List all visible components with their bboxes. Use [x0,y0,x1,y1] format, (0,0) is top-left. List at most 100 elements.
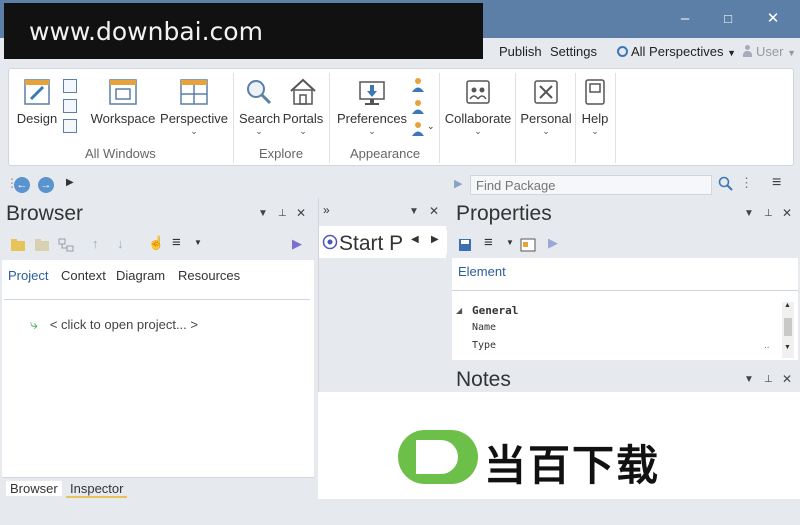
chevron-down-icon[interactable]: ⌄ [427,121,435,132]
back-button[interactable]: ← [14,177,30,193]
menu-settings[interactable]: Settings [550,44,597,59]
property-name: Name [472,322,497,333]
chevron-down-icon: ⌄ [474,126,482,136]
play-icon[interactable]: ▶ [292,236,302,252]
person-icon[interactable] [411,121,425,137]
chevron-down-icon[interactable]: ▼ [194,238,202,247]
expand-icon[interactable]: » [323,203,330,217]
ribbon-separator [233,73,234,163]
save-icon[interactable] [458,238,472,252]
perspective-button[interactable]: Perspective ⌄ [159,77,229,136]
user-icon [742,45,753,57]
preferences-button[interactable]: Preferences ⌄ [335,77,409,136]
breadcrumb-arrow-icon[interactable]: ▶ [66,177,74,188]
search-button[interactable]: Search ⌄ [239,77,281,136]
scroll-left-icon[interactable]: ◀ [411,234,419,245]
start-page-title[interactable]: Start P [339,232,403,256]
scroll-right-icon[interactable]: ▶ [431,234,439,245]
tab-resources[interactable]: Resources [178,268,240,283]
tab-element[interactable]: Element [458,264,506,279]
help-button[interactable]: Help ⌄ [579,77,611,136]
image-icon[interactable] [520,238,536,252]
home-icon [290,78,316,105]
minimize-button[interactable]: – [674,8,696,30]
user-dropdown[interactable]: User ▼ [742,44,796,59]
vertical-scrollbar[interactable]: ▲ ▼ [782,302,794,358]
options-icon[interactable]: ⋮ [740,175,753,191]
scroll-thumb[interactable] [784,318,792,336]
start-page-icon [322,234,338,250]
hamburger-menu-icon[interactable]: ≡ [172,234,181,251]
pin-icon[interactable]: ⊥ [278,208,287,219]
panel-menu-icon[interactable]: ▼ [744,208,754,219]
collaborate-button[interactable]: Collaborate ⌄ [443,77,513,136]
scroll-down-icon[interactable]: ▼ [784,344,791,351]
tab-context[interactable]: Context [61,268,106,283]
chevron-down-icon: ⌄ [190,126,198,136]
touch-icon[interactable]: ☝ [148,235,164,251]
portals-button[interactable]: Portals ⌄ [281,77,325,136]
hamburger-menu-icon[interactable]: ≡ [772,174,781,192]
maximize-button[interactable]: □ [717,8,739,30]
person-icon[interactable] [411,77,425,93]
design-button[interactable]: Design [15,77,59,126]
tab-inspector[interactable]: Inspector [66,481,128,498]
pin-icon[interactable]: ⊥ [764,208,773,219]
personal-button[interactable]: Personal ⌄ [519,77,573,136]
chevron-down-icon[interactable]: ▼ [506,238,514,247]
user-window-icon[interactable] [63,99,77,113]
hierarchy-icon[interactable] [58,238,74,252]
forward-button[interactable]: → [38,177,54,193]
tab-browser[interactable]: Browser [6,481,62,496]
panel-menu-icon[interactable]: ▼ [744,374,754,385]
browser-panel: Browser ▼ ⊥ ✕ ↑ ↓ ☝ ≡ ▼ ▶ Project Contex… [2,198,314,498]
group-label-explore: Explore [259,146,304,161]
tab-project[interactable]: Project [8,268,48,283]
collapse-icon[interactable]: ◢ [456,306,462,315]
search-label: Search [239,111,281,126]
design-icon [24,79,50,105]
window-icon[interactable] [63,79,77,93]
property-type-value[interactable]: .. [764,340,770,351]
chevron-down-icon: ▼ [727,48,737,58]
close-icon[interactable]: ✕ [296,206,306,220]
ribbon-separator [615,73,616,163]
person-icon[interactable] [411,99,425,115]
close-icon[interactable]: ✕ [429,204,439,218]
hamburger-menu-icon[interactable]: ≡ [484,234,493,251]
play-icon[interactable]: ▶ [548,235,558,251]
folder-icon[interactable] [34,238,50,252]
panel-menu-icon[interactable]: ▼ [258,208,268,219]
eye-icon [617,46,628,57]
tab-diagram[interactable]: Diagram [116,268,165,283]
play-icon[interactable]: ▶ [454,177,462,190]
perspective-label: Perspective [160,111,228,126]
navigation-bar: ⋮ ← → ▶ ▶ ⋮ ≡ [0,172,800,198]
move-down-icon[interactable]: ↓ [117,236,124,251]
close-button[interactable]: ✕ [762,8,784,30]
close-icon[interactable]: ✕ [782,372,792,386]
perspective-icon [180,79,208,105]
group-label-all-windows: All Windows [85,146,156,161]
close-icon[interactable]: ✕ [782,206,792,220]
perspectives-dropdown[interactable]: All Perspectives ▼ [617,44,736,59]
start-page-body [319,258,446,392]
search-icon [247,80,272,105]
ribbon-separator [575,73,576,163]
notes-panel: Notes ▼ ⊥ ✕ [452,362,798,392]
window-list-icon[interactable] [63,119,77,133]
pin-icon[interactable]: ⊥ [764,374,773,385]
move-up-icon[interactable]: ↑ [92,236,99,251]
group-label-appearance: Appearance [350,146,421,161]
tree-item[interactable]: ⤷ < click to open project... > [30,316,198,333]
portals-label: Portals [282,111,324,126]
scroll-up-icon[interactable]: ▲ [784,302,791,309]
workspace-button[interactable]: Workspace [89,77,157,126]
arrow-green-icon: ⤷ [30,316,38,332]
search-icon[interactable] [718,176,734,192]
new-folder-icon[interactable] [10,238,26,252]
menu-publish[interactable]: Publish [499,44,542,59]
panel-menu-icon[interactable]: ▼ [409,206,419,217]
find-package-input[interactable] [470,175,712,195]
properties-panel: Properties ▼ ⊥ ✕ ≡ ▼ ▶ Element ◢ General… [452,198,798,360]
